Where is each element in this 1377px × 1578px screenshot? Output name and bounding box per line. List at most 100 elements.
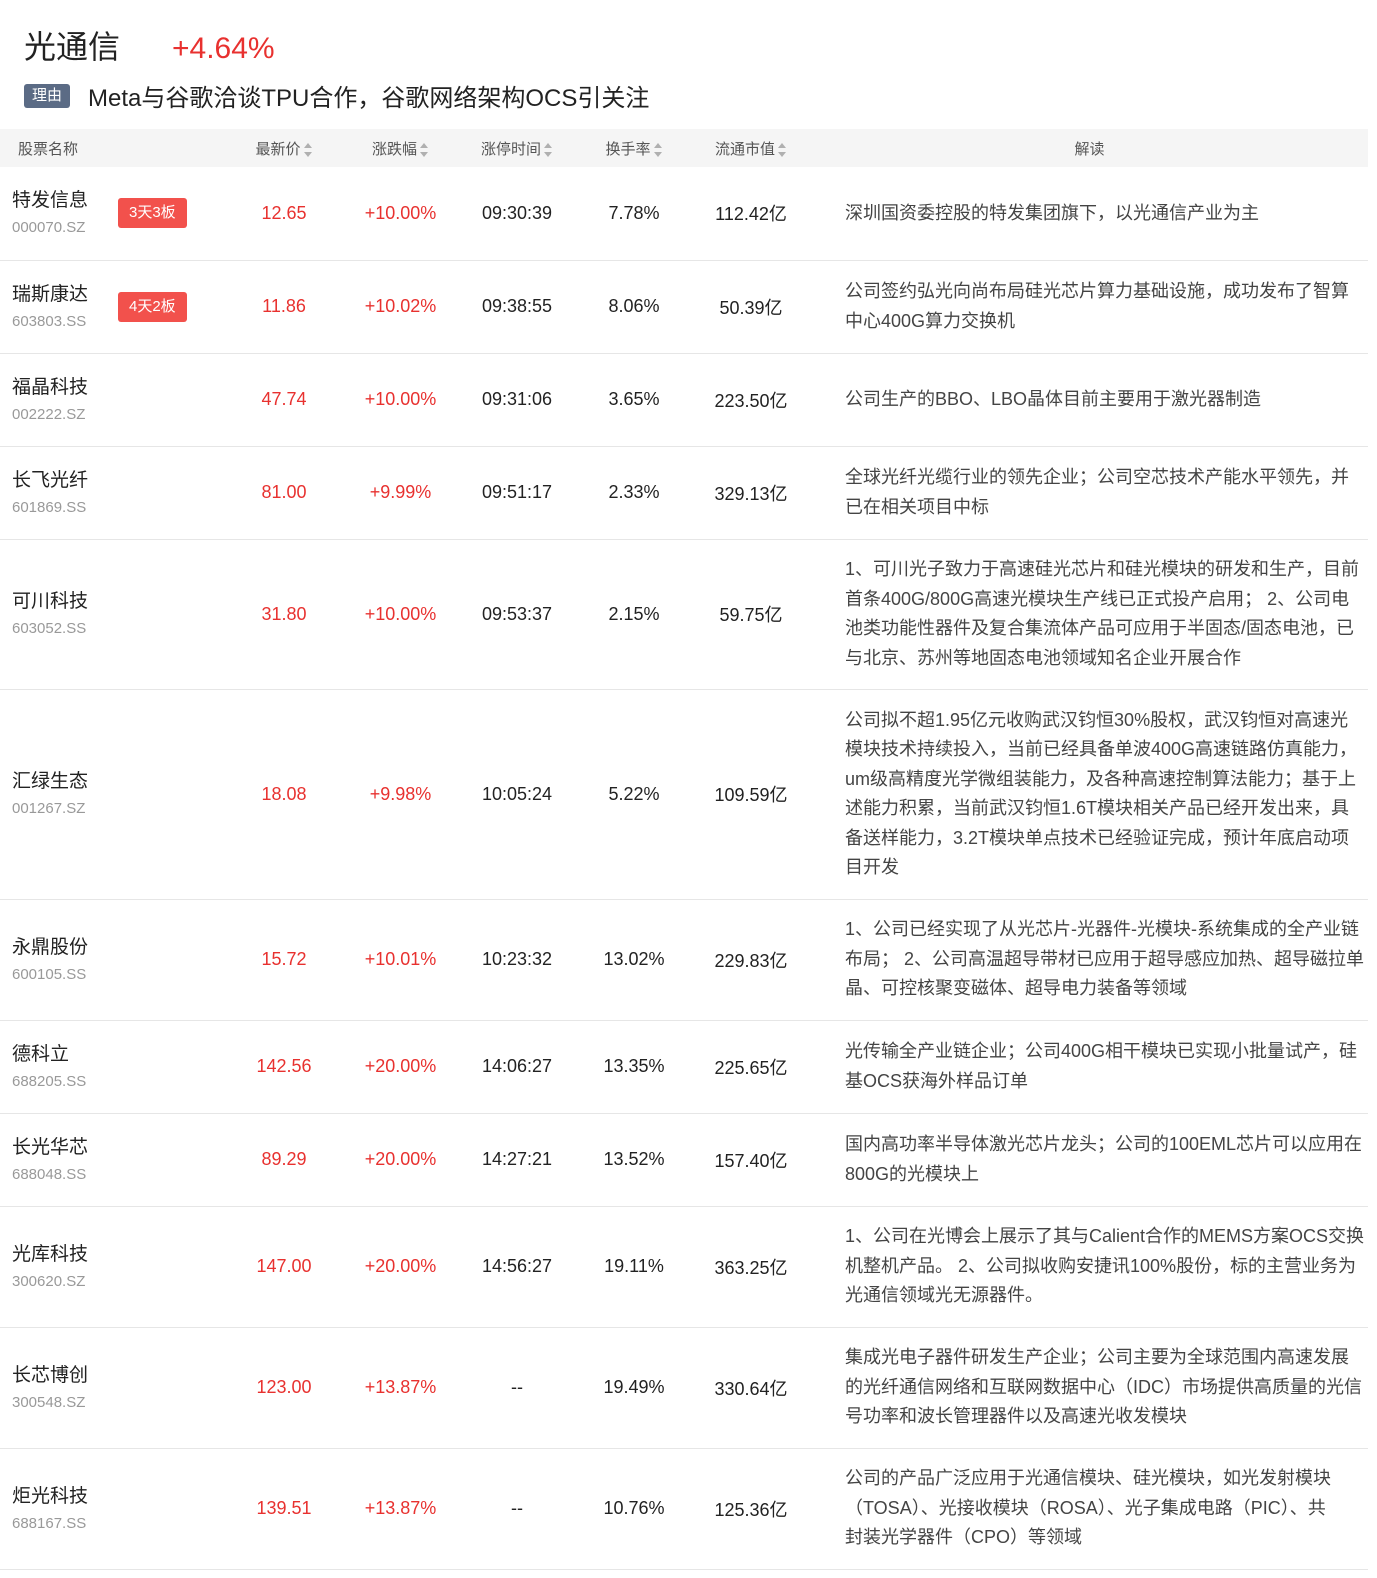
cell-float-cap: 109.59亿	[714, 785, 788, 805]
cell-stock[interactable]: 长飞光纤 601869.SS	[0, 446, 118, 539]
cell-float-cap: 329.13亿	[714, 483, 788, 504]
column-header-turnover[interactable]: 换手率	[577, 129, 691, 167]
cell-stock[interactable]: 可川科技 603052.SS	[0, 539, 118, 689]
cell-limit-time: 09:31:06	[481, 389, 553, 409]
stock-code: 601869.SS	[12, 498, 87, 516]
table-row[interactable]: 光库科技 300620.SZ 147.00 +20.00% 14:56:27 19.11%…	[0, 1206, 1369, 1327]
table-row[interactable]: 长芯博创 300548.SZ 123.00 +13.87% -- 19.49% 330.64…	[0, 1327, 1369, 1448]
cell-price: 139.51	[256, 1498, 312, 1518]
stock-name[interactable]: 特发信息	[12, 187, 118, 215]
table-row[interactable]: 汇绿生态 001267.SZ 18.08 +9.98% 10:05:24 5.22% 109…	[0, 689, 1369, 899]
cell-change: +10.00%	[364, 202, 437, 223]
cell-limit-time: 14:06:27	[481, 1056, 553, 1076]
table-row[interactable]: 可川科技 603052.SS 31.80 +10.00% 09:53:37 2.15% 59…	[0, 539, 1369, 689]
desc-line: 述能力积累，当前武汉钧恒1.6T模块相关产品已经开发出来，具	[845, 798, 1350, 818]
column-header-name: 股票名称	[18, 140, 79, 158]
column-header-float-cap[interactable]: 流通市值	[691, 129, 811, 167]
stock-name[interactable]: 长飞光纤	[12, 467, 118, 495]
cell-float-cap: 125.36亿	[714, 1499, 788, 1520]
stock-name[interactable]: 永鼎股份	[12, 934, 118, 962]
sort-updown-icon[interactable]	[420, 142, 429, 157]
cell-turnover: 13.02%	[603, 949, 665, 969]
cell-price: 15.72	[261, 949, 307, 969]
cell-stock[interactable]: 永鼎股份 600105.SS	[0, 899, 118, 1020]
cell-stock[interactable]: 德科立 688205.SS	[0, 1020, 118, 1113]
sector-change: +4.64%	[172, 32, 275, 65]
cell-turnover: 3.65%	[608, 389, 660, 409]
stock-code: 688205.SS	[12, 1072, 87, 1090]
stock-name[interactable]: 可川科技	[12, 588, 118, 616]
stock-name[interactable]: 长芯博创	[12, 1362, 118, 1390]
cell-turnover: 7.78%	[608, 202, 660, 223]
cell-badge	[118, 1327, 224, 1448]
desc-line: 光通信领域光无源器件。	[845, 1285, 1044, 1306]
stock-code: 300548.SZ	[12, 1393, 86, 1411]
stock-table: 股票名称 最新价 涨跌幅 涨停时间 换手率 流通市值 解读 特发信息 000070…	[0, 129, 1369, 1570]
cell-change: +10.00%	[364, 389, 437, 409]
stock-code: 002222.SZ	[12, 405, 86, 423]
stock-code: 600105.SS	[12, 965, 87, 983]
stock-code: 603052.SS	[12, 620, 87, 637]
title-row: 光通信 +4.64%	[24, 22, 275, 68]
desc-line: （TOSA）、光接收模块（ROSA）、光子集成电路（PIC）、共	[845, 1497, 1326, 1518]
cell-turnover: 2.33%	[608, 482, 660, 502]
cell-stock[interactable]: 长光华芯 688048.SS	[0, 1113, 118, 1206]
cell-price: 12.65	[261, 202, 307, 223]
cell-stock[interactable]: 汇绿生态 001267.SZ	[0, 689, 118, 899]
stock-name[interactable]: 福晶科技	[12, 374, 118, 402]
cell-price: 81.00	[261, 482, 307, 502]
cell-limit-time: --	[511, 1377, 524, 1397]
table-row[interactable]: 长光华芯 688048.SS 89.29 +20.00% 14:27:21 13.52% 1…	[0, 1113, 1369, 1206]
column-header-change[interactable]: 涨跌幅	[344, 129, 457, 167]
cell-badge	[118, 1113, 224, 1206]
cell-stock[interactable]: 炬光科技 688167.SS	[0, 1448, 118, 1569]
table-row[interactable]: 炬光科技 688167.SS 139.51 +13.87% -- 10.76% 125.36…	[0, 1448, 1369, 1569]
cell-limit-time: 09:51:17	[481, 482, 553, 502]
cell-badge	[118, 1206, 224, 1327]
desc-line: 封装光学器件（CPO）等领域	[845, 1527, 1083, 1548]
cell-stock[interactable]: 特发信息 000070.SZ	[0, 167, 118, 260]
desc-line: 全球光纤光缆行业的领先企业；公司空芯技术产能水平领先，并	[845, 467, 1350, 487]
cell-price: 123.00	[256, 1377, 312, 1397]
table-row[interactable]: 永鼎股份 600105.SS 15.72 +10.01% 10:23:32 13.02% 2…	[0, 899, 1369, 1020]
sort-updown-icon[interactable]	[653, 142, 663, 157]
table-row[interactable]: 瑞斯康达 603803.SS 4天2板 11.86 +10.02% 09:38:55 8.0…	[0, 260, 1369, 353]
stock-name[interactable]: 瑞斯康达	[12, 281, 118, 309]
cell-change: +9.99%	[369, 482, 432, 502]
cell-turnover: 5.22%	[608, 783, 660, 804]
stock-name[interactable]: 光库科技	[12, 1241, 118, 1269]
stock-name[interactable]: 汇绿生态	[12, 768, 118, 796]
stock-name[interactable]: 炬光科技	[12, 1483, 118, 1511]
column-header-limit-time[interactable]: 涨停时间	[457, 129, 577, 167]
sector-name[interactable]: 光通信	[24, 22, 120, 68]
cell-stock[interactable]: 长芯博创 300548.SZ	[0, 1327, 118, 1448]
sort-updown-icon[interactable]	[303, 142, 313, 157]
cell-stock[interactable]: 福晶科技 002222.SZ	[0, 353, 118, 446]
cell-desc: 公司拟不超1.95亿元收购武汉钧恒30%股权，武汉钧恒对高速光 模块技术持续投入，…	[811, 689, 1368, 899]
cell-change: +10.01%	[364, 949, 437, 969]
cell-stock[interactable]: 光库科技 300620.SZ	[0, 1206, 118, 1327]
reason-row: 理由 Meta与谷歌洽谈TPU合作，谷歌网络架构OCS引关注	[24, 78, 649, 113]
table-row[interactable]: 长飞光纤 601869.SS 81.00 +9.99% 09:51:17 2.33% 329…	[0, 446, 1369, 539]
table-row[interactable]: 特发信息 000070.SZ 3天3板 12.65 +10.00% 09:30:39 7.7…	[0, 167, 1369, 260]
column-header-price[interactable]: 最新价	[224, 129, 344, 167]
desc-line: 公司拟不超1.95亿元收购武汉钧恒30%股权，武汉钧恒对高速光	[845, 709, 1349, 730]
cell-turnover: 19.49%	[603, 1377, 665, 1397]
cell-price: 47.74	[261, 389, 307, 409]
table-row[interactable]: 德科立 688205.SS 142.56 +20.00% 14:06:27 13.35% 2…	[0, 1020, 1369, 1113]
desc-line: um级高精度光学微组装能力，及各种高速控制算法能力；基于上	[845, 768, 1357, 789]
desc-line: 基OCS获海外样品订单	[845, 1070, 1029, 1091]
cell-turnover: 10.76%	[603, 1498, 665, 1518]
stock-name[interactable]: 长光华芯	[12, 1134, 118, 1162]
stock-name[interactable]: 德科立	[12, 1041, 118, 1069]
sort-updown-icon[interactable]	[544, 142, 553, 157]
cell-turnover: 2.15%	[608, 603, 660, 624]
cell-desc: 全球光纤光缆行业的领先企业；公司空芯技术产能水平领先，并 已在相关项目中标	[811, 446, 1368, 539]
stock-code: 688167.SS	[12, 1514, 87, 1532]
desc-line: 中心400G算力交换机	[845, 310, 1016, 331]
table-row[interactable]: 福晶科技 002222.SZ 47.74 +10.00% 09:31:06 3.65% 22…	[0, 353, 1369, 446]
cell-stock[interactable]: 瑞斯康达 603803.SS	[0, 260, 118, 353]
sort-updown-icon[interactable]	[778, 142, 787, 157]
cell-turnover: 13.35%	[603, 1056, 665, 1076]
cell-badge	[118, 539, 224, 689]
